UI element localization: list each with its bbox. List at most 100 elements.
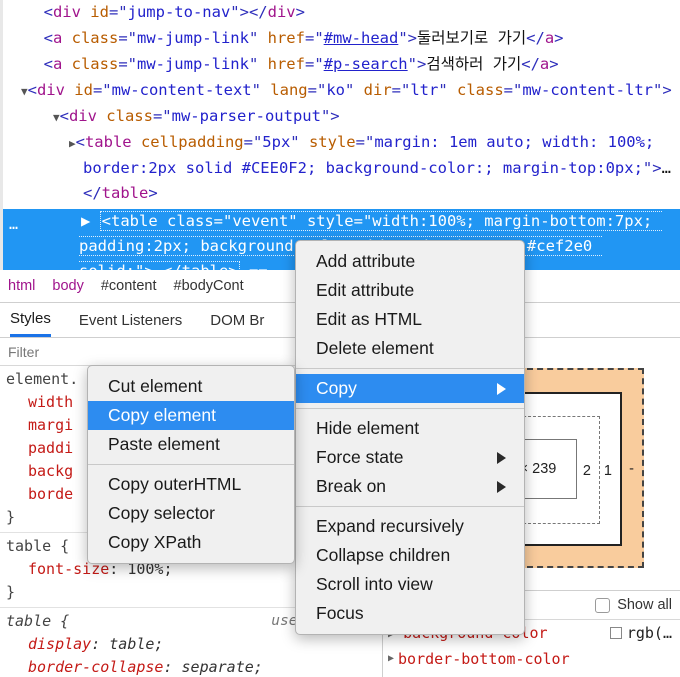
menu-item-label: Copy [316, 378, 471, 399]
dom-token-tag: a [53, 29, 62, 47]
dom-token-attr: dir [354, 81, 391, 99]
collapsed-triangle-icon[interactable]: ▶ [79, 212, 100, 230]
context-menu-item-focus[interactable]: Focus [296, 599, 524, 628]
expanded-triangle-icon[interactable]: ▼ [21, 85, 28, 98]
context-menu-item-add-attribute[interactable]: Add attribute [296, 247, 524, 276]
dom-token-punct: =" [93, 81, 112, 99]
dom-token-attr: lang [261, 81, 308, 99]
dom-ellipsis-badge[interactable]: … [9, 215, 19, 233]
line-indent-spacer [37, 59, 44, 72]
breadcrumb-item-body[interactable]: body [52, 278, 83, 294]
menu-item-label: Force state [316, 447, 471, 468]
dom-token-tag: a [545, 29, 554, 47]
context-menu-item-delete-element[interactable]: Delete element [296, 334, 524, 363]
dom-tree-line[interactable]: <a class="mw-jump-link" href="#p-search"… [3, 52, 680, 78]
context-menu-item-copy[interactable]: Copy [296, 374, 524, 403]
color-swatch-icon[interactable] [610, 627, 622, 639]
tab-styles[interactable]: Styles [10, 303, 51, 337]
context-submenu-item-copy-selector[interactable]: Copy selector [88, 499, 294, 528]
dom-token-tag: div [53, 3, 81, 21]
context-submenu-item-paste-element[interactable]: Paste element [88, 430, 294, 459]
style-declaration[interactable]: border-collapse: separate; [0, 656, 382, 677]
dom-token-attr: id [81, 3, 109, 21]
style-property-name[interactable]: display [28, 635, 91, 653]
breadcrumb-item-content[interactable]: #content [101, 278, 157, 294]
style-property-name[interactable]: paddi [28, 439, 73, 457]
context-menu[interactable]: Add attributeEdit attribute Edit as HTML D… [295, 240, 525, 635]
dom-token-punct: < [44, 3, 53, 21]
dom-tree-line[interactable]: <a class="mw-jump-link" href="#mw-head">… [3, 26, 680, 52]
context-menu-item-break-on[interactable]: Break on [296, 472, 524, 501]
computed-property-row-2[interactable]: ▶ border-bottom-color [384, 648, 680, 670]
dom-tree-line[interactable]: ▶<table cellpadding="5px" style="margin:… [3, 130, 680, 206]
chevron-right-icon-2[interactable]: ▶ [388, 653, 394, 664]
computed-property-value[interactable]: rgb(… [610, 624, 672, 642]
context-menu-item-expand-recursively[interactable]: Expand recursively [296, 512, 524, 541]
menu-item-label: Copy element [108, 405, 276, 426]
context-submenu-item-copy-outerhtml[interactable]: Copy outerHTML [88, 470, 294, 499]
context-menu-separator [296, 368, 524, 369]
dom-token-punct: =" [118, 29, 137, 47]
style-property-name[interactable]: border-collapse [28, 658, 163, 676]
expanded-triangle-icon[interactable]: ▼ [53, 111, 60, 124]
style-declaration[interactable]: display: table; [0, 633, 382, 656]
dom-token-attr: style [300, 133, 356, 151]
style-property-name[interactable]: width [28, 393, 73, 411]
dom-token-val: mw-parser-output [172, 107, 321, 125]
dom-token-punct: "> [321, 107, 340, 125]
context-menu-item-hide-element[interactable]: Hide element [296, 414, 524, 443]
box-model-border-right[interactable]: 1 [604, 464, 612, 479]
dom-token-punct: < [28, 81, 37, 99]
dom-token-punct: =" [392, 81, 411, 99]
context-menu-item-collapse-children[interactable]: Collapse children [296, 541, 524, 570]
dom-token-link: #p-search [324, 55, 408, 73]
tab-event-listeners[interactable]: Event Listeners [79, 303, 182, 337]
dom-token-punct: =" [118, 55, 137, 73]
box-model-padding-right[interactable]: 2 [583, 464, 591, 479]
dom-token-tag: div [37, 81, 65, 99]
context-submenu-item-copy-element[interactable]: Copy element [88, 401, 294, 430]
dom-token-val: mw-jump-link [137, 55, 249, 73]
style-property-value[interactable]: : table; [91, 635, 163, 653]
line-indent-spacer [37, 33, 44, 46]
context-submenu-copy[interactable]: Cut element Copy element Paste element Copy… [87, 365, 295, 564]
context-submenu-item-cut-element[interactable]: Cut element [88, 372, 294, 401]
dom-token-punct: "> [653, 81, 672, 99]
dom-token-attr: href [258, 29, 305, 47]
dom-token-punct: "> [408, 55, 427, 73]
dom-tree-line[interactable]: ▼<div id="mw-content-text" lang="ko" dir… [3, 78, 680, 104]
styles-filter-input[interactable]: Filter [8, 344, 332, 360]
dom-token-tag: div [69, 107, 97, 125]
menu-item-label: Edit as HTML [316, 309, 506, 330]
dom-tree-pane[interactable]: <div id="jump-to-nav"></div> <a class="m… [0, 0, 680, 270]
context-menu-separator [296, 408, 524, 409]
dom-tree-lines[interactable]: <div id="jump-to-nav"></div> <a class="m… [3, 0, 680, 206]
submenu-arrow-icon [497, 383, 506, 395]
collapsed-triangle-icon[interactable]: ▶ [69, 137, 76, 150]
dom-token-punct: " [438, 81, 447, 99]
style-property-name[interactable]: borde [28, 485, 73, 503]
show-all-checkbox[interactable] [595, 598, 610, 613]
dom-token-punct: " [345, 81, 354, 99]
box-model-margin-right[interactable]: - [629, 462, 634, 477]
dom-tree-line[interactable]: <div id="jump-to-nav"></div> [3, 0, 680, 26]
menu-item-label: Copy selector [108, 503, 276, 524]
show-all-toggle[interactable]: Show all [595, 597, 672, 613]
context-submenu-item-copy-xpath[interactable]: Copy XPath [88, 528, 294, 557]
tab-dom-breakpoints[interactable]: DOM Br [210, 303, 264, 337]
context-menu-item-scroll-into-view[interactable]: Scroll into view [296, 570, 524, 599]
style-property-value[interactable]: : separate; [163, 658, 262, 676]
context-menu-item-force-state[interactable]: Force state [296, 443, 524, 472]
context-menu-item-edit-attribute[interactable]: Edit attribute [296, 276, 524, 305]
dom-token-val: ltr [410, 81, 438, 99]
dom-tree-line[interactable]: ▼<div class="mw-parser-output"> [3, 104, 680, 130]
menu-item-label: Break on [316, 476, 471, 497]
context-menu-item-edit-as-html[interactable]: Edit as HTML [296, 305, 524, 334]
breadcrumb-item-bodycontent[interactable]: #bodyCont [174, 278, 244, 294]
breadcrumb-item-html[interactable]: html [8, 278, 35, 294]
style-property-name[interactable]: backg [28, 462, 73, 480]
style-property-name[interactable]: margi [28, 416, 73, 434]
dom-token-link: #mw-head [324, 29, 399, 47]
dom-token-val: mw-jump-link [137, 29, 249, 47]
menu-item-label: Delete element [316, 338, 506, 359]
